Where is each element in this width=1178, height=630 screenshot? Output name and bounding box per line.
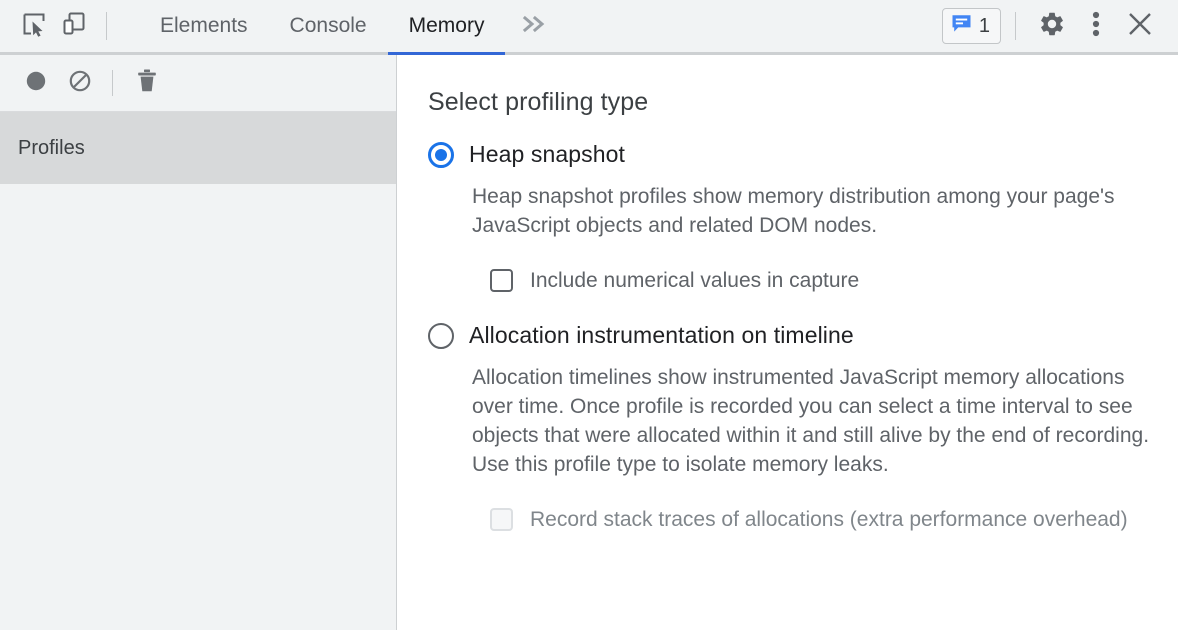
devtools-main-toolbar: Elements Console Memory (0, 0, 1178, 55)
close-devtools-button[interactable] (1118, 6, 1162, 46)
checkbox-record-stack-traces-label: Record stack traces of allocations (extr… (530, 505, 1128, 534)
console-messages-badge[interactable]: 1 (942, 8, 1001, 44)
no-entry-icon (68, 69, 92, 98)
toolbar-divider (106, 12, 107, 40)
checkbox-include-numerical-values-label: Include numerical values in capture (530, 266, 859, 295)
sidebar-item-profiles[interactable]: Profiles (0, 112, 396, 184)
devtools-window: Elements Console Memory (0, 0, 1178, 630)
clear-profiles-button[interactable] (58, 61, 102, 105)
radio-heap-snapshot[interactable]: Heap snapshot (428, 141, 1178, 168)
radio-allocation-instrumentation-label: Allocation instrumentation on timeline (469, 322, 854, 349)
profile-type-allocation-instrumentation: Allocation instrumentation on timeline A… (428, 322, 1178, 534)
chevron-double-right-icon (521, 14, 549, 39)
checkbox-record-stack-traces[interactable]: Record stack traces of allocations (extr… (490, 505, 1150, 534)
device-toolbar-icon (61, 11, 87, 42)
more-tabs-button[interactable] (505, 0, 565, 52)
sidebar-item-profiles-label: Profiles (18, 137, 85, 160)
panel-tabs: Elements Console Memory (139, 0, 565, 52)
sidebar-empty-area (0, 184, 396, 630)
console-messages-count: 1 (979, 16, 990, 36)
radio-checked-icon (428, 142, 454, 168)
tab-console-label: Console (290, 14, 367, 38)
radio-allocation-instrumentation[interactable]: Allocation instrumentation on timeline (428, 322, 1178, 349)
settings-button[interactable] (1030, 6, 1074, 46)
gear-icon (1038, 10, 1066, 43)
tab-memory-label: Memory (409, 14, 485, 38)
message-bubble-icon (951, 13, 972, 39)
tab-elements-label: Elements (160, 14, 248, 38)
close-icon (1126, 10, 1154, 43)
checkbox-include-numerical-values[interactable]: Include numerical values in capture (490, 266, 1150, 295)
start-recording-button[interactable] (14, 61, 58, 105)
device-toolbar-button[interactable] (54, 6, 94, 46)
memory-sidebar: Profiles (0, 55, 397, 630)
checkbox-disabled-unchecked-icon (490, 508, 513, 531)
tab-console[interactable]: Console (269, 0, 388, 52)
inspect-element-button[interactable] (14, 6, 54, 46)
profile-launcher-pane: Select profiling type Heap snapshot Heap… (397, 55, 1178, 630)
sidebar-toolbar (0, 55, 396, 112)
section-spacer (428, 295, 1178, 322)
three-dot-menu-icon (1092, 10, 1100, 43)
sidebar-toolbar-divider (112, 70, 113, 96)
tab-memory[interactable]: Memory (388, 0, 506, 52)
trash-icon (135, 68, 159, 99)
inspect-element-icon (21, 11, 47, 42)
heap-snapshot-description: Heap snapshot profiles show memory distr… (472, 182, 1162, 240)
radio-heap-snapshot-label: Heap snapshot (469, 141, 625, 168)
page-title: Select profiling type (428, 88, 1178, 117)
toolbar-right-group: 1 (942, 6, 1178, 46)
tab-elements[interactable]: Elements (139, 0, 269, 52)
toolbar-left-group (0, 6, 119, 46)
radio-unchecked-icon (428, 323, 454, 349)
allocation-instrumentation-description: Allocation timelines show instrumented J… (472, 363, 1162, 479)
record-circle-icon (24, 69, 48, 98)
delete-profile-button[interactable] (125, 61, 169, 105)
profile-type-heap-snapshot: Heap snapshot Heap snapshot profiles sho… (428, 141, 1178, 295)
checkbox-unchecked-icon (490, 269, 513, 292)
more-options-button[interactable] (1074, 6, 1118, 46)
devtools-body: Profiles Select profiling type Heap snap… (0, 55, 1178, 630)
toolbar-right-divider (1015, 12, 1016, 40)
